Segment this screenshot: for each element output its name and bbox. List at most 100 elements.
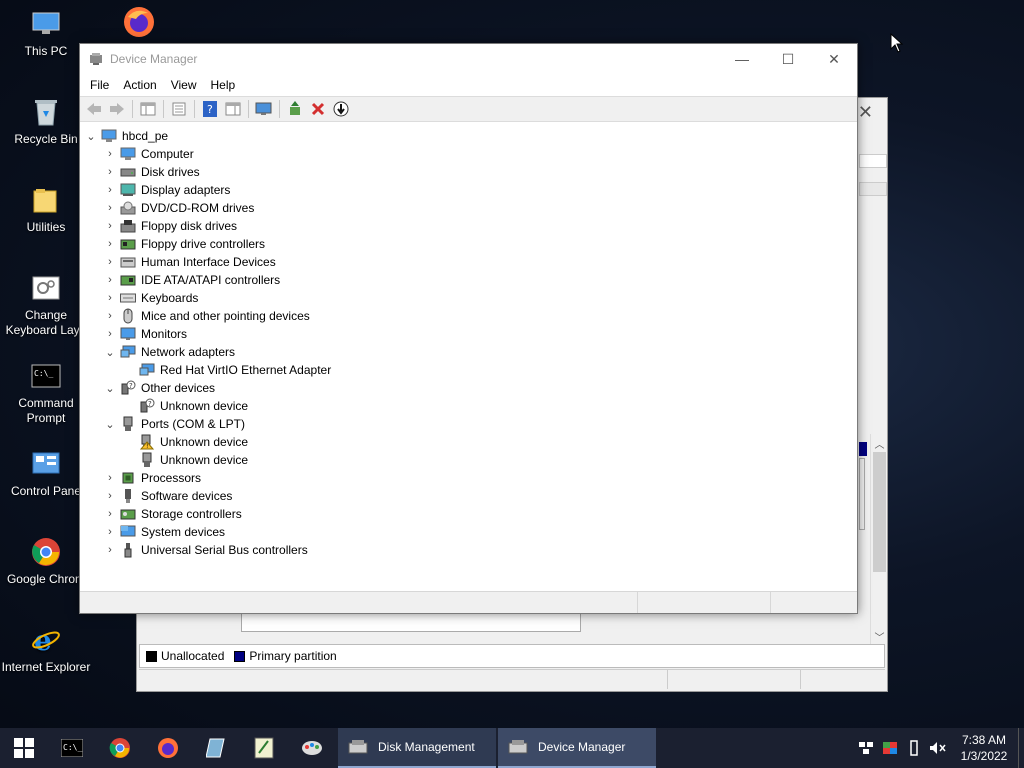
- tree-category[interactable]: › Display adapters: [80, 181, 857, 199]
- tree-category[interactable]: › Computer: [80, 145, 857, 163]
- show-desktop-button[interactable]: [1018, 728, 1024, 768]
- tree-category[interactable]: › System devices: [80, 523, 857, 541]
- toolbar: ?: [80, 96, 857, 122]
- minimize-button[interactable]: —: [719, 44, 765, 74]
- title-bar[interactable]: Device Manager — ☐ ✕: [80, 44, 857, 74]
- tree-category[interactable]: › DVD/CD-ROM drives: [80, 199, 857, 217]
- device-tree[interactable]: ⌄ hbcd_pe › Computer › Disk drives › Display …: [80, 124, 857, 589]
- chevron-down-icon[interactable]: ⌄: [103, 418, 117, 431]
- taskbar-device-manager[interactable]: Device Manager: [498, 728, 656, 768]
- tree-category[interactable]: › Monitors: [80, 325, 857, 343]
- control-panel-icon: [29, 448, 63, 480]
- show-hide-console-tree-icon[interactable]: [138, 99, 158, 119]
- tree-category[interactable]: › Mice and other pointing devices: [80, 307, 857, 325]
- tree-item-label: Computer: [141, 147, 194, 161]
- close-button[interactable]: ✕: [811, 44, 857, 74]
- start-button[interactable]: [0, 728, 48, 768]
- menu-help[interactable]: Help: [204, 78, 243, 92]
- chevron-right-icon[interactable]: ›: [103, 310, 117, 322]
- tree-category[interactable]: › Human Interface Devices: [80, 253, 857, 271]
- tree-device[interactable]: Unknown device: [80, 451, 857, 469]
- action-pane-icon[interactable]: [223, 99, 243, 119]
- clock[interactable]: 7:38 AM 1/3/2022: [950, 732, 1018, 764]
- taskbar-paint[interactable]: [288, 728, 336, 768]
- tree-category[interactable]: ⌄? Other devices: [80, 379, 857, 397]
- taskbar-editor[interactable]: [240, 728, 288, 768]
- scroll-up-icon[interactable]: ︿: [871, 436, 888, 451]
- chevron-right-icon[interactable]: ›: [103, 184, 117, 196]
- taskbar-disk-management[interactable]: Disk Management: [338, 728, 496, 768]
- taskbar-command-prompt[interactable]: C:\_: [48, 728, 96, 768]
- tree-category[interactable]: › Software devices: [80, 487, 857, 505]
- usb-icon: [120, 542, 136, 558]
- chevron-right-icon[interactable]: ›: [103, 472, 117, 484]
- display-icon[interactable]: [878, 728, 902, 768]
- desktop-icon-internet-explorer[interactable]: e Internet Explorer: [0, 624, 92, 675]
- tree-item-label: Other devices: [141, 381, 216, 395]
- scroll-thumb[interactable]: [873, 452, 886, 572]
- scroll-down-icon[interactable]: ﹀: [871, 629, 888, 644]
- tree-root[interactable]: ⌄ hbcd_pe: [80, 127, 857, 145]
- chevron-right-icon[interactable]: ›: [103, 544, 117, 556]
- uninstall-device-icon[interactable]: [308, 99, 328, 119]
- chevron-right-icon[interactable]: ›: [103, 148, 117, 160]
- usb-removal-icon[interactable]: [902, 728, 926, 768]
- menu-action[interactable]: Action: [116, 78, 163, 92]
- network-icon[interactable]: [854, 728, 878, 768]
- tree-category[interactable]: › Universal Serial Bus controllers: [80, 541, 857, 559]
- tree-category[interactable]: ⌄ Network adapters: [80, 343, 857, 361]
- chevron-right-icon[interactable]: ›: [103, 220, 117, 232]
- chevron-right-icon[interactable]: ›: [103, 490, 117, 502]
- column-header: [859, 182, 887, 196]
- tree-category[interactable]: ⌄ Ports (COM & LPT): [80, 415, 857, 433]
- chevron-right-icon[interactable]: ›: [103, 256, 117, 268]
- tree-category[interactable]: › Floppy drive controllers: [80, 235, 857, 253]
- maximize-button[interactable]: ☐: [765, 44, 811, 74]
- tree-item-label: Monitors: [141, 327, 188, 341]
- chevron-right-icon[interactable]: ›: [103, 292, 117, 304]
- properties-icon[interactable]: [169, 99, 189, 119]
- chevron-down-icon[interactable]: ⌄: [103, 346, 117, 359]
- help-icon[interactable]: ?: [200, 99, 220, 119]
- tree-category[interactable]: › IDE ATA/ATAPI controllers: [80, 271, 857, 289]
- firefox-desktop-icon[interactable]: [122, 5, 156, 39]
- taskbar-firefox[interactable]: [144, 728, 192, 768]
- svg-text:C:\_: C:\_: [34, 369, 53, 378]
- tree-category[interactable]: › Processors: [80, 469, 857, 487]
- chevron-right-icon[interactable]: ›: [103, 238, 117, 250]
- tree-device[interactable]: ! Unknown device: [80, 433, 857, 451]
- chevron-right-icon[interactable]: ›: [103, 328, 117, 340]
- taskbar-chrome[interactable]: [96, 728, 144, 768]
- tree-category[interactable]: › Disk drives: [80, 163, 857, 181]
- tree-category[interactable]: › Storage controllers: [80, 505, 857, 523]
- chevron-right-icon[interactable]: ›: [103, 526, 117, 538]
- chevron-down-icon[interactable]: ⌄: [103, 382, 117, 395]
- menu-view[interactable]: View: [164, 78, 204, 92]
- floppy-controller-icon: [120, 236, 136, 252]
- tree-item-label: Display adapters: [141, 183, 231, 197]
- vertical-scrollbar[interactable]: ︿ ﹀: [870, 434, 887, 646]
- close-icon[interactable]: ✕: [858, 102, 873, 123]
- volume-muted-icon[interactable]: [926, 728, 950, 768]
- tree-device[interactable]: ? Unknown device: [80, 397, 857, 415]
- scan-hardware-icon[interactable]: [254, 99, 274, 119]
- chevron-right-icon[interactable]: ›: [103, 508, 117, 520]
- tree-item-label: Floppy drive controllers: [141, 237, 266, 251]
- disable-device-icon[interactable]: [331, 99, 351, 119]
- hid-icon: [120, 254, 136, 270]
- tree-device[interactable]: Red Hat VirtIO Ethernet Adapter: [80, 361, 857, 379]
- chevron-right-icon[interactable]: ›: [103, 274, 117, 286]
- chevron-right-icon[interactable]: ›: [103, 202, 117, 214]
- svg-text:C:\_: C:\_: [63, 743, 82, 752]
- this-pc-icon: [29, 8, 63, 40]
- chevron-right-icon[interactable]: ›: [103, 166, 117, 178]
- taskbar-notepad[interactable]: [192, 728, 240, 768]
- back-icon[interactable]: [84, 99, 104, 119]
- forward-icon[interactable]: [107, 99, 127, 119]
- tree-category[interactable]: › Keyboards: [80, 289, 857, 307]
- update-driver-icon[interactable]: [285, 99, 305, 119]
- chevron-down-icon[interactable]: ⌄: [84, 130, 98, 143]
- device-manager-window[interactable]: Device Manager — ☐ ✕ File Action View He…: [79, 43, 858, 614]
- menu-file[interactable]: File: [83, 78, 116, 92]
- tree-category[interactable]: › Floppy disk drives: [80, 217, 857, 235]
